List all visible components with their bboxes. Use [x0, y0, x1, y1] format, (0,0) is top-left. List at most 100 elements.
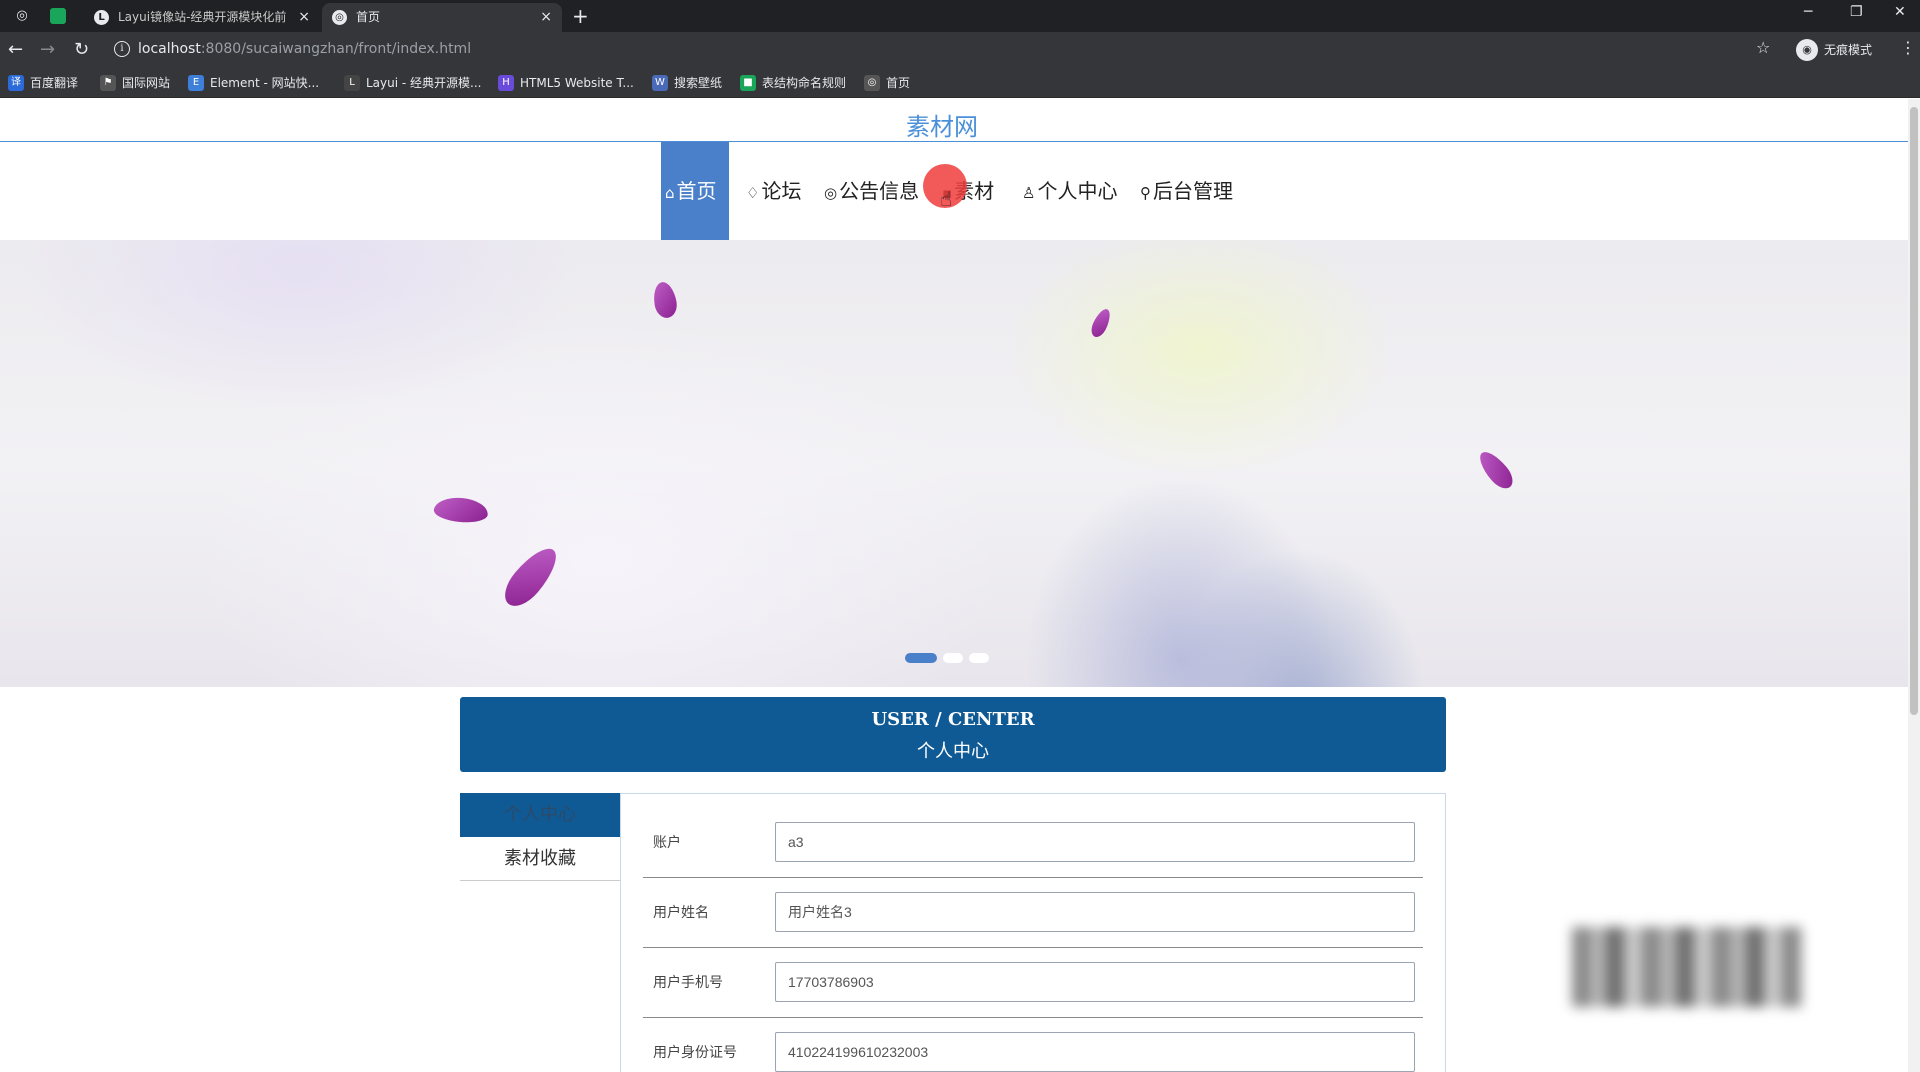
user-center-header: USER / CENTER 个人中心 — [460, 697, 1446, 772]
pinned-tab-icon[interactable] — [50, 8, 66, 24]
browser-menu-icon[interactable]: ⋮ — [1900, 38, 1916, 57]
url-host: localhost — [138, 41, 201, 57]
wallpaper-icon: W — [652, 75, 668, 91]
browser-toolbar: ← → ↻ i localhost:8080/sucaiwangzhan/fro… — [0, 32, 1920, 68]
form-row-phone: 用户手机号 17703786903 — [643, 948, 1423, 1018]
url-text[interactable]: localhost:8080/sucaiwangzhan/front/index… — [138, 41, 471, 57]
bookmark-star-icon[interactable]: ☆ — [1756, 38, 1770, 57]
bookmark-label: 百度翻译 — [30, 76, 79, 90]
tab-title: Layui镜像站-经典开源模块化前 — [118, 10, 287, 24]
tab-title: 首页 — [356, 10, 381, 24]
form-row-id-number: 用户身份证号 410224199610232003 — [643, 1018, 1423, 1072]
carousel-dot[interactable] — [969, 653, 989, 663]
address-bar[interactable]: i localhost:8080/sucaiwangzhan/front/ind… — [106, 36, 1766, 64]
id-number-label: 用户身份证号 — [653, 1045, 737, 1061]
bookmark-item[interactable]: 译百度翻译 — [8, 74, 78, 92]
minimize-window-icon[interactable]: ─ — [1804, 4, 1812, 20]
tab-home[interactable]: ◎ 首页 × — [322, 3, 562, 32]
layui-icon: L — [344, 75, 360, 91]
bookmark-label: 国际网站 — [122, 76, 171, 90]
name-label: 用户姓名 — [653, 905, 709, 921]
nav-label: 公告信息 — [839, 179, 920, 203]
html5-icon: H — [498, 75, 514, 91]
user-center-title-en: USER / CENTER — [871, 709, 1035, 730]
tab-layui[interactable]: L Layui镜像站-经典开源模块化前 × — [84, 3, 320, 32]
incognito-indicator[interactable]: ◉ 无痕模式 — [1796, 38, 1872, 62]
globe-favicon-icon: ◎ — [332, 10, 347, 25]
bookmark-item[interactable]: E Element - 网站快... — [188, 74, 319, 92]
carousel-dot[interactable] — [943, 653, 963, 663]
page-viewport: 素材网 ⌂首页 ♢论坛 ◎公告信息 ▪素材 ♙个人中心 ⚲后台管理 USER /… — [0, 99, 1908, 1072]
user-center-title-cn: 个人中心 — [917, 741, 989, 762]
bookmark-label: 搜索壁纸 — [674, 76, 723, 90]
element-icon: E — [188, 75, 204, 91]
blurred-watermark — [1572, 927, 1802, 1007]
nav-item-home[interactable]: ⌂ 首页 — [661, 142, 729, 240]
bookmark-label: HTML5 Website T... — [520, 76, 634, 90]
close-tab-icon[interactable]: × — [298, 3, 310, 32]
phone-field[interactable]: 17703786903 — [775, 962, 1415, 1002]
form-row-account: 账户 a3 — [643, 808, 1423, 878]
name-field[interactable]: 用户姓名3 — [775, 892, 1415, 932]
tag-icon: ♢ — [746, 184, 760, 202]
petal-decoration — [651, 280, 679, 320]
petal-decoration — [433, 495, 489, 525]
link-chain-icon: ⚲ — [1140, 184, 1151, 202]
bookmark-label: Layui - 经典开源模... — [366, 76, 482, 90]
bookmark-item[interactable]: H HTML5 Website T... — [498, 74, 634, 92]
page-scrollbar[interactable] — [1908, 99, 1920, 1072]
tab-search-icon[interactable]: ◎ — [12, 6, 32, 26]
table-naming-icon: ■ — [740, 75, 756, 91]
bookmark-item[interactable]: ■ 表结构命名规则 — [740, 74, 846, 92]
link-icon: ◎ — [824, 184, 838, 202]
back-arrow-icon[interactable]: ← — [8, 39, 23, 61]
reload-icon[interactable]: ↻ — [74, 39, 89, 61]
nav-label: 论坛 — [761, 179, 802, 203]
flag-icon: ⚑ — [100, 75, 116, 91]
nav-label: 首页 — [676, 179, 717, 203]
carousel-dot[interactable] — [905, 653, 937, 663]
petal-decoration — [1088, 306, 1114, 340]
bookmark-label: Element - 网站快... — [210, 76, 320, 90]
globe-icon: ◎ — [864, 75, 880, 91]
bookmarks-bar: 译百度翻译 ⚑ 国际网站 E Element - 网站快... L Layui - 经… — [0, 68, 1920, 98]
close-window-icon[interactable]: ✕ — [1894, 4, 1906, 20]
browser-tab-strip: ◎ L Layui镜像站-经典开源模块化前 × ◎ 首页 × + ─ ❐ ✕ — [0, 0, 1920, 32]
account-label: 账户 — [653, 835, 681, 851]
user-icon: ♙ — [1022, 184, 1036, 202]
side-item-favorites[interactable]: 素材收藏 — [460, 837, 620, 881]
side-item-user-center[interactable]: 个人中心 — [460, 793, 620, 837]
bookmark-label: 首页 — [886, 76, 911, 90]
url-path: :8080/sucaiwangzhan/front/index.html — [200, 41, 472, 57]
forward-arrow-icon[interactable]: → — [40, 39, 55, 61]
nav-label: 个人中心 — [1037, 179, 1118, 203]
scrollbar-thumb[interactable] — [1910, 107, 1918, 715]
form-row-name: 用户姓名 用户姓名3 — [643, 878, 1423, 948]
carousel-banner[interactable] — [0, 240, 1908, 687]
nav-item-forum[interactable]: ♢ 论坛 — [746, 142, 801, 240]
bookmark-item[interactable]: ◎ 首页 — [864, 74, 910, 92]
bookmark-item[interactable]: W 搜索壁纸 — [652, 74, 722, 92]
incognito-icon: ◉ — [1796, 39, 1818, 61]
hand-cursor-icon: ☝ — [940, 187, 953, 211]
petal-decoration — [1474, 446, 1518, 494]
bookmark-item[interactable]: ⚑ 国际网站 — [100, 74, 170, 92]
restore-window-icon[interactable]: ❐ — [1850, 4, 1863, 20]
site-info-icon[interactable]: i — [114, 41, 130, 57]
nav-label: 后台管理 — [1153, 179, 1233, 203]
bookmark-label: 表结构命名规则 — [762, 76, 847, 90]
id-number-field[interactable]: 410224199610232003 — [775, 1032, 1415, 1072]
petal-decoration — [497, 540, 565, 614]
site-title[interactable]: 素材网 — [0, 107, 1884, 142]
bookmark-item[interactable]: L Layui - 经典开源模... — [344, 74, 481, 92]
nav-item-admin[interactable]: ⚲ 后台管理 — [1140, 142, 1233, 240]
user-info-form: 账户 a3 用户姓名 用户姓名3 用户手机号 17703786903 用户身份证… — [620, 793, 1446, 1072]
account-field[interactable]: a3 — [775, 822, 1415, 862]
home-icon: ⌂ — [665, 184, 675, 202]
nav-item-announcements[interactable]: ◎ 公告信息 — [824, 142, 919, 240]
incognito-label: 无痕模式 — [1824, 43, 1873, 57]
close-tab-icon[interactable]: × — [540, 3, 552, 32]
layui-favicon-icon: L — [94, 10, 109, 25]
new-tab-button[interactable]: + — [572, 4, 589, 28]
nav-item-user-center[interactable]: ♙ 个人中心 — [1022, 142, 1117, 240]
